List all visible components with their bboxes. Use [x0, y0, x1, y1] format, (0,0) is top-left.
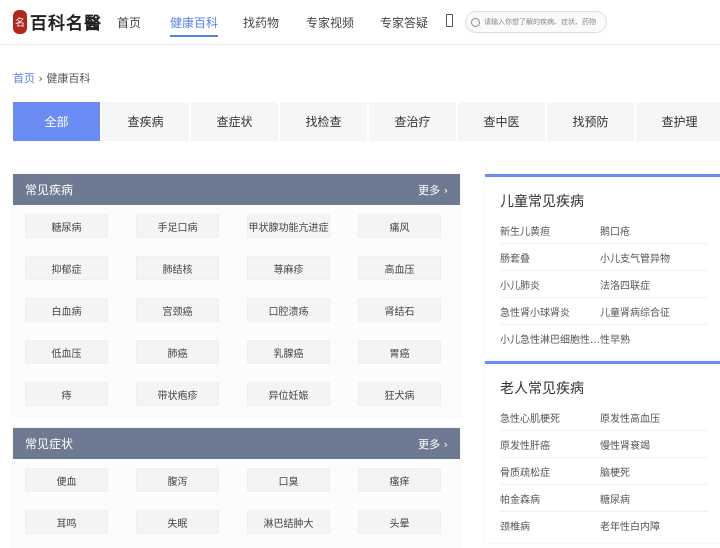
search-placeholder: 请输入你想了解的疾病、症状、药物	[484, 18, 596, 26]
disease-link[interactable]: 帕金森病	[500, 491, 600, 506]
common-diseases-panel: 常见疾病 更多 › 糖尿病 手足口病 甲状腺功能亢进症 痛风抑郁症 肺结核 荨麻疹 高血压白血…	[13, 174, 460, 416]
disease-link[interactable]: 法洛四联症	[600, 277, 700, 292]
tag-item[interactable]: 头晕	[358, 510, 441, 534]
tag-item[interactable]: 痛风	[358, 214, 441, 238]
elderly-diseases-panel: 老人常见疾病 急性心肌梗死 原发性高血压 原发性肝癌 慢性肾衰竭 骨质疏松症 脑梗死 帕金森病…	[485, 361, 720, 543]
tag-item[interactable]: 狂犬病	[358, 382, 441, 406]
nav-expert-videos[interactable]: 专家视频	[306, 14, 354, 31]
logo-text: 百科名醫	[30, 14, 102, 34]
panel-title: 老人常见疾病	[500, 381, 584, 397]
list-row: 急性心肌梗死 原发性高血压	[500, 404, 708, 431]
disease-link[interactable]: 脑梗死	[600, 464, 700, 479]
disease-link[interactable]: 急性心肌梗死	[500, 410, 600, 425]
tab-7[interactable]: 查护理	[636, 102, 720, 141]
list-row: 小儿肺炎 法洛四联症	[500, 271, 708, 298]
search-input[interactable]: 请输入你想了解的疾病、症状、药物	[465, 11, 607, 33]
tag-item[interactable]: 甲状腺功能亢进症	[247, 214, 330, 238]
disease-link[interactable]: 小儿急性淋巴细胞性白血病	[500, 331, 600, 346]
disease-link[interactable]: 小儿支气管异物	[600, 250, 700, 265]
tag-item[interactable]: 低血压	[25, 340, 108, 364]
nav-home[interactable]: 首页	[117, 14, 141, 31]
disease-link[interactable]: 肠套叠	[500, 250, 600, 265]
breadcrumb-home[interactable]: 首页	[13, 72, 35, 85]
disease-link[interactable]: 骨质疏松症	[500, 464, 600, 479]
tag-item[interactable]: 胃癌	[358, 340, 441, 364]
breadcrumb-separator: ›	[38, 72, 43, 85]
tag-item[interactable]: 肺结核	[136, 256, 219, 280]
list-row: 颈椎病 老年性白内障	[500, 512, 708, 539]
tab-2[interactable]: 查症状	[191, 102, 278, 141]
tag-item[interactable]: 便血	[25, 468, 108, 492]
tag-item[interactable]: 带状疱疹	[136, 382, 219, 406]
disease-link[interactable]: 颈椎病	[500, 518, 600, 533]
tab-0[interactable]: 全部	[13, 102, 100, 141]
list-row: 肠套叠 小儿支气管异物	[500, 244, 708, 271]
tag-item[interactable]: 白血病	[25, 298, 108, 322]
tag-item[interactable]: 淋巴结肿大	[247, 510, 330, 534]
disease-link[interactable]: 新生儿黄疸	[500, 223, 600, 238]
disease-link[interactable]: 老年性白内障	[600, 518, 700, 533]
common-symptoms-panel: 常见症状 更多 › 便血 腹泻 口臭 瘙痒耳鸣 失眠 淋巴结肿大 头晕	[13, 428, 460, 548]
list-row: 原发性肝癌 慢性肾衰竭	[500, 431, 708, 458]
list-row: 新生儿黄疸 鹅口疮	[500, 217, 708, 244]
tag-item[interactable]: 荨麻疹	[247, 256, 330, 280]
tag-item[interactable]: 手足口病	[136, 214, 219, 238]
disease-link[interactable]: 急性肾小球肾炎	[500, 304, 600, 319]
disease-link[interactable]: 慢性肾衰竭	[600, 437, 700, 452]
disease-link[interactable]: 原发性肝癌	[500, 437, 600, 452]
panel-title: 常见疾病	[25, 183, 74, 197]
tab-4[interactable]: 查治疗	[369, 102, 456, 141]
disease-link[interactable]: 儿童肾病综合征	[600, 304, 700, 319]
panel-title: 儿童常见疾病	[500, 194, 584, 210]
disease-link[interactable]: 糖尿病	[600, 491, 700, 506]
tag-item[interactable]: 瘙痒	[358, 468, 441, 492]
tag-item[interactable]: 肾结石	[358, 298, 441, 322]
tab-6[interactable]: 找预防	[547, 102, 634, 141]
tag-item[interactable]: 乳腺癌	[247, 340, 330, 364]
top-header: 名百科名醫 首页 健康百科 找药物 专家视频 专家答疑 请输入你想了解的疾病、症…	[0, 0, 720, 45]
disease-link[interactable]: 性早熟	[600, 331, 700, 346]
list-row: 小儿急性淋巴细胞性白血病性早熟	[500, 325, 708, 352]
tab-5[interactable]: 查中医	[458, 102, 545, 141]
tag-item[interactable]: 宫颈癌	[136, 298, 219, 322]
disease-link[interactable]: 小儿肺炎	[500, 277, 600, 292]
logo[interactable]: 名百科名醫	[13, 9, 102, 34]
search-icon	[471, 17, 480, 27]
tag-item[interactable]: 失眠	[136, 510, 219, 534]
more-link[interactable]: 更多 ›	[418, 182, 448, 198]
category-tabs: 全部 查疾病 查症状 找检查 查治疗 查中医 找预防 查护理	[13, 102, 720, 141]
mobile-icon[interactable]	[446, 14, 453, 27]
logo-seal-icon: 名	[13, 9, 27, 34]
list-row: 帕金森病 糖尿病	[500, 485, 708, 512]
breadcrumb: 首页 › 健康百科	[13, 70, 90, 86]
tag-item[interactable]: 耳鸣	[25, 510, 108, 534]
disease-link[interactable]: 鹅口疮	[600, 223, 700, 238]
disease-link[interactable]: 原发性高血压	[600, 410, 700, 425]
tab-3[interactable]: 找检查	[280, 102, 367, 141]
children-diseases-panel: 儿童常见疾病 新生儿黄疸 鹅口疮 肠套叠 小儿支气管异物 小儿肺炎 法洛四联症 急性肾小球肾炎…	[485, 174, 720, 356]
tag-item[interactable]: 抑郁症	[25, 256, 108, 280]
panel-title: 常见症状	[25, 437, 74, 451]
list-row: 急性肾小球肾炎 儿童肾病综合征	[500, 298, 708, 325]
tag-item[interactable]: 异位妊娠	[247, 382, 330, 406]
tag-item[interactable]: 口臭	[247, 468, 330, 492]
nav-health-wiki[interactable]: 健康百科	[170, 14, 219, 37]
more-link[interactable]: 更多 ›	[418, 436, 448, 452]
tag-item[interactable]: 痔	[25, 382, 108, 406]
list-row: 骨质疏松症 脑梗死	[500, 458, 708, 485]
nav-expert-qa[interactable]: 专家答疑	[380, 14, 428, 31]
tag-item[interactable]: 糖尿病	[25, 214, 108, 238]
tab-1[interactable]: 查疾病	[102, 102, 189, 141]
tag-item[interactable]: 高血压	[358, 256, 441, 280]
tag-item[interactable]: 腹泻	[136, 468, 219, 492]
tag-item[interactable]: 口腔溃疡	[247, 298, 330, 322]
nav-find-drugs[interactable]: 找药物	[243, 14, 279, 31]
tag-item[interactable]: 肺癌	[136, 340, 219, 364]
breadcrumb-current: 健康百科	[46, 72, 91, 85]
